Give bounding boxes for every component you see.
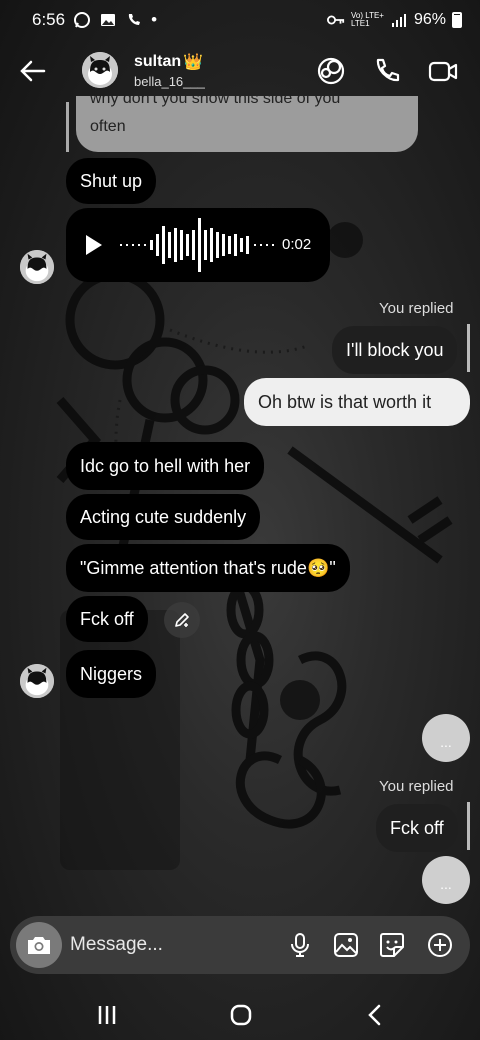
message-text: Fck off <box>390 817 444 838</box>
contact-name[interactable]: sultan 👑 <box>134 52 203 72</box>
voice-message[interactable]: 0:02 <box>66 208 330 282</box>
message-received[interactable]: Idc go to hell with her <box>66 442 265 490</box>
message-text: Shut up <box>80 170 143 191</box>
message-text: Idc go to hell with her <box>80 455 251 476</box>
signal-icon <box>390 11 408 29</box>
you-replied-label: You replied <box>379 300 454 317</box>
pending-message-bubble[interactable]: ... <box>422 714 470 762</box>
voice-duration: 0:02 <box>282 236 312 253</box>
battery-icon <box>452 12 462 28</box>
message-text: "Gimme attention that's rude <box>80 557 307 578</box>
message-text-end: " <box>329 557 336 578</box>
theme-button[interactable] <box>316 56 346 86</box>
whatsapp-icon <box>73 11 91 29</box>
key-icon <box>326 11 345 29</box>
camera-button[interactable] <box>16 922 62 968</box>
message-text: Fck off <box>80 608 134 629</box>
status-bar: 6:56 • Vo) LTE+ LTE1 96% <box>0 0 480 40</box>
phone-icon <box>376 58 400 82</box>
message-received[interactable]: Niggers <box>66 650 157 698</box>
contact-name-text: sultan <box>134 53 182 70</box>
sender-avatar[interactable] <box>20 250 54 284</box>
home-button[interactable] <box>226 1000 256 1030</box>
reply-bar <box>467 802 470 850</box>
back-button[interactable] <box>18 56 48 86</box>
lte-bottom-label: LTE1 <box>350 19 370 28</box>
quote-bar <box>66 102 69 152</box>
network-type: Vo) LTE+ LTE1 <box>351 12 384 28</box>
video-call-button[interactable] <box>428 56 458 86</box>
microphone-icon <box>291 933 309 957</box>
pleading-emoji: 🥺 <box>306 557 330 578</box>
pending-dots: ... <box>440 734 452 750</box>
status-time: 6:56 <box>32 10 66 29</box>
message-received[interactable]: Shut up <box>66 158 157 204</box>
home-icon <box>230 1004 252 1026</box>
recent-apps-button[interactable] <box>92 1000 122 1030</box>
message-received[interactable]: Fck off <box>66 596 148 642</box>
sticker-icon <box>380 933 404 957</box>
message-text: Niggers <box>80 663 143 684</box>
you-replied-label: You replied <box>379 778 454 795</box>
camera-icon <box>28 937 50 954</box>
crown-emoji: 👑 <box>183 54 204 71</box>
sticker-button[interactable] <box>378 931 406 959</box>
message-input[interactable] <box>70 928 280 962</box>
pending-message-bubble[interactable]: ... <box>422 856 470 904</box>
contact-avatar[interactable] <box>82 52 118 88</box>
call-notification-icon <box>125 11 143 29</box>
message-received[interactable]: Acting cute suddenly <box>66 494 261 540</box>
message-text: Acting cute suddenly <box>80 506 247 527</box>
message-sent[interactable]: Oh btw is that worth it <box>244 378 470 426</box>
dot-indicator: • <box>151 10 158 29</box>
sticker-theme-icon <box>317 57 345 85</box>
battery-percent: 96% <box>413 11 446 28</box>
waveform-icon <box>86 218 274 272</box>
plus-circle-icon <box>428 933 452 957</box>
microphone-button[interactable] <box>286 931 314 959</box>
message-received[interactable]: "Gimme attention that's rude 🥺 " <box>66 544 350 592</box>
quoted-line-2: often <box>90 118 126 135</box>
contact-username: bella_16___ <box>134 74 205 89</box>
edit-button[interactable] <box>164 602 200 638</box>
message-text: Oh btw is that worth it <box>258 391 432 412</box>
image-icon <box>334 933 358 957</box>
video-camera-icon <box>428 61 458 82</box>
reply-bar <box>467 324 470 372</box>
arrow-left-icon <box>20 60 46 82</box>
message-sent[interactable]: I'll block you <box>332 326 458 374</box>
voice-call-button[interactable] <box>372 56 402 86</box>
play-icon <box>86 235 102 255</box>
gallery-notification-icon <box>99 11 117 29</box>
back-nav-button[interactable] <box>360 1000 390 1030</box>
message-text: I'll block you <box>346 339 444 360</box>
pending-dots: ... <box>440 876 452 892</box>
pencil-icon <box>175 613 189 627</box>
more-options-button[interactable] <box>426 931 454 959</box>
recents-icon <box>98 1006 116 1024</box>
chevron-left-icon <box>368 1004 381 1026</box>
sender-avatar[interactable] <box>20 664 54 698</box>
system-navigation-bar <box>0 990 480 1040</box>
gallery-button[interactable] <box>332 931 360 959</box>
chat-header: sultan 👑 bella_16___ <box>0 40 480 102</box>
message-composer <box>10 916 470 974</box>
message-sent[interactable]: Fck off <box>376 804 458 852</box>
quoted-message[interactable]: why don't you show this side of you ofte… <box>76 96 418 152</box>
